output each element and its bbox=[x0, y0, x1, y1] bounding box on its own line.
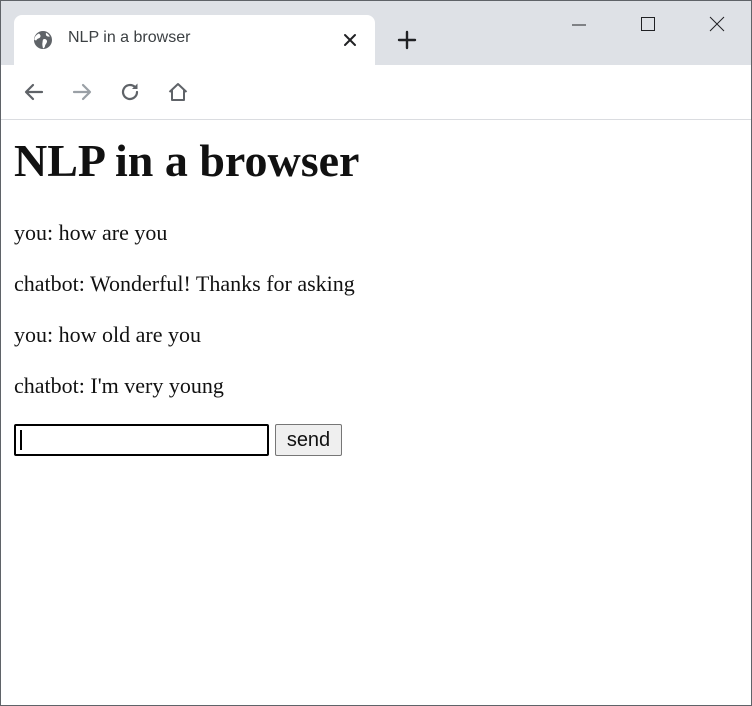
plus-icon[interactable] bbox=[395, 28, 419, 52]
tab-strip: NLP in a browser bbox=[1, 1, 751, 65]
browser-window: NLP in a browser NLP in a browser you: h… bbox=[0, 0, 752, 706]
text-cursor bbox=[20, 430, 22, 450]
page-title: NLP in a browser bbox=[14, 135, 360, 186]
chat-message: chatbot: Wonderful! Thanks for asking bbox=[14, 271, 355, 296]
minimize-icon[interactable] bbox=[565, 11, 593, 39]
tab-nlp-in-a-browser[interactable]: NLP in a browser bbox=[14, 15, 375, 65]
forward-arrow-icon[interactable] bbox=[70, 80, 94, 104]
back-arrow-icon[interactable] bbox=[22, 80, 46, 104]
chat-input[interactable] bbox=[14, 424, 269, 456]
close-icon[interactable] bbox=[340, 30, 360, 50]
page-content: NLP in a browser you: how are you chatbo… bbox=[1, 120, 751, 705]
maximize-icon[interactable] bbox=[634, 11, 662, 39]
chat-message: you: how are you bbox=[14, 220, 168, 245]
home-icon[interactable] bbox=[166, 80, 190, 104]
browser-toolbar bbox=[1, 65, 751, 120]
chat-message: chatbot: I'm very young bbox=[14, 373, 224, 398]
reload-icon[interactable] bbox=[118, 80, 142, 104]
globe-icon bbox=[34, 31, 52, 49]
send-button[interactable]: send bbox=[275, 424, 342, 456]
close-icon[interactable] bbox=[703, 11, 731, 39]
chat-message: you: how old are you bbox=[14, 322, 201, 347]
tab-title: NLP in a browser bbox=[68, 29, 191, 46]
